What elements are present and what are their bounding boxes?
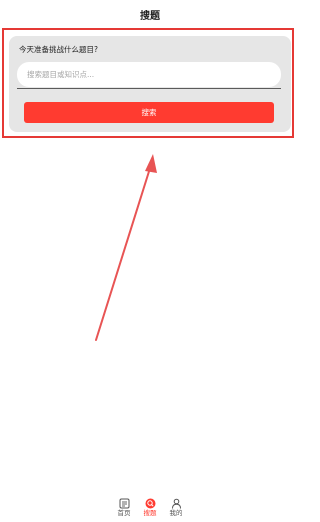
page-title: 搜题	[140, 10, 160, 22]
highlight-box	[2, 28, 294, 138]
tab-mine[interactable]: 我的	[164, 497, 188, 521]
search-target-icon	[144, 497, 156, 509]
tab-search-label: 搜题	[143, 509, 157, 517]
tab-home[interactable]: 首页	[112, 497, 136, 521]
home-icon	[118, 497, 130, 509]
bottom-tab-bar: 首页 搜题 我的	[0, 495, 300, 522]
tab-search[interactable]: 搜题	[138, 497, 162, 521]
tab-home-label: 首页	[117, 509, 131, 517]
tab-mine-label: 我的	[169, 509, 183, 517]
user-icon	[170, 497, 182, 509]
